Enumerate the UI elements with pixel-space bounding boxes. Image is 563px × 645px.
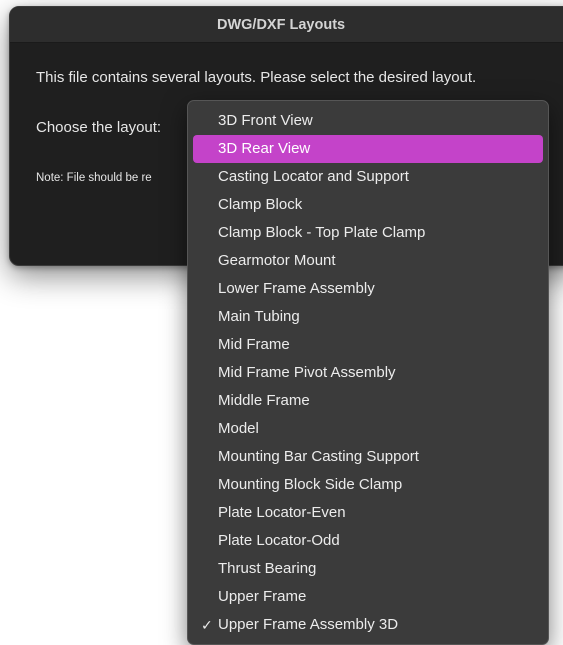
layout-option-lower-frame-assembly[interactable]: Lower Frame Assembly — [193, 275, 543, 303]
layout-option-3d-front-view[interactable]: 3D Front View — [193, 107, 543, 135]
option-label: Middle Frame — [218, 392, 310, 409]
note-text: Note: File should be re — [36, 172, 152, 184]
option-label: Gearmotor Mount — [218, 252, 336, 269]
layout-list: 3D Front View 3D Rear View Casting Locat… — [188, 101, 548, 639]
layout-option-casting-locator-and-support[interactable]: Casting Locator and Support — [193, 163, 543, 191]
layout-option-mounting-block-side-clamp[interactable]: Mounting Block Side Clamp — [193, 471, 543, 499]
option-label: Mounting Bar Casting Support — [218, 448, 419, 465]
layout-option-mid-frame[interactable]: Mid Frame — [193, 331, 543, 359]
option-label: Plate Locator-Odd — [218, 532, 340, 549]
option-label: Upper Frame — [218, 588, 307, 605]
layout-dropdown-menu[interactable]: 3D Front View 3D Rear View Casting Locat… — [187, 100, 549, 645]
layout-option-model[interactable]: Model — [193, 415, 543, 443]
choose-layout-label: Choose the layout: — [36, 119, 162, 136]
layout-option-clamp-block[interactable]: Clamp Block — [193, 191, 543, 219]
layout-option-gearmotor-mount[interactable]: Gearmotor Mount — [193, 247, 543, 275]
layout-option-main-tubing[interactable]: Main Tubing — [193, 303, 543, 331]
option-label: 3D Rear View — [218, 140, 311, 157]
option-label: Mounting Block Side Clamp — [218, 476, 403, 493]
option-label: Plate Locator-Even — [218, 504, 346, 521]
dialog-title: DWG/DXF Layouts — [10, 7, 563, 43]
option-label: Clamp Block - Top Plate Clamp — [218, 224, 426, 241]
layout-option-middle-frame[interactable]: Middle Frame — [193, 387, 543, 415]
option-label: Mid Frame Pivot Assembly — [218, 364, 396, 381]
option-label: Upper Frame Assembly 3D — [218, 616, 399, 633]
option-label: 3D Front View — [218, 112, 313, 129]
option-label: Lower Frame Assembly — [218, 280, 375, 297]
layout-option-mounting-bar-casting-support[interactable]: Mounting Bar Casting Support — [193, 443, 543, 471]
dialog-message: This file contains several layouts. Plea… — [36, 69, 477, 86]
checkmark-icon: ✓ — [201, 617, 213, 633]
option-label: Main Tubing — [218, 308, 300, 325]
layout-option-upper-frame-assembly-3d[interactable]: ✓ Upper Frame Assembly 3D — [193, 611, 543, 639]
layout-option-clamp-block-top-plate-clamp[interactable]: Clamp Block - Top Plate Clamp — [193, 219, 543, 247]
option-label: Thrust Bearing — [218, 560, 317, 577]
layout-option-3d-rear-view[interactable]: 3D Rear View — [193, 135, 543, 163]
layout-option-plate-locator-even[interactable]: Plate Locator-Even — [193, 499, 543, 527]
layout-option-upper-frame[interactable]: Upper Frame — [193, 583, 543, 611]
layout-option-plate-locator-odd[interactable]: Plate Locator-Odd — [193, 527, 543, 555]
layout-option-thrust-bearing[interactable]: Thrust Bearing — [193, 555, 543, 583]
option-label: Casting Locator and Support — [218, 168, 409, 185]
layout-option-mid-frame-pivot-assembly[interactable]: Mid Frame Pivot Assembly — [193, 359, 543, 387]
option-label: Model — [218, 420, 259, 437]
option-label: Clamp Block — [218, 196, 303, 213]
option-label: Mid Frame — [218, 336, 290, 353]
